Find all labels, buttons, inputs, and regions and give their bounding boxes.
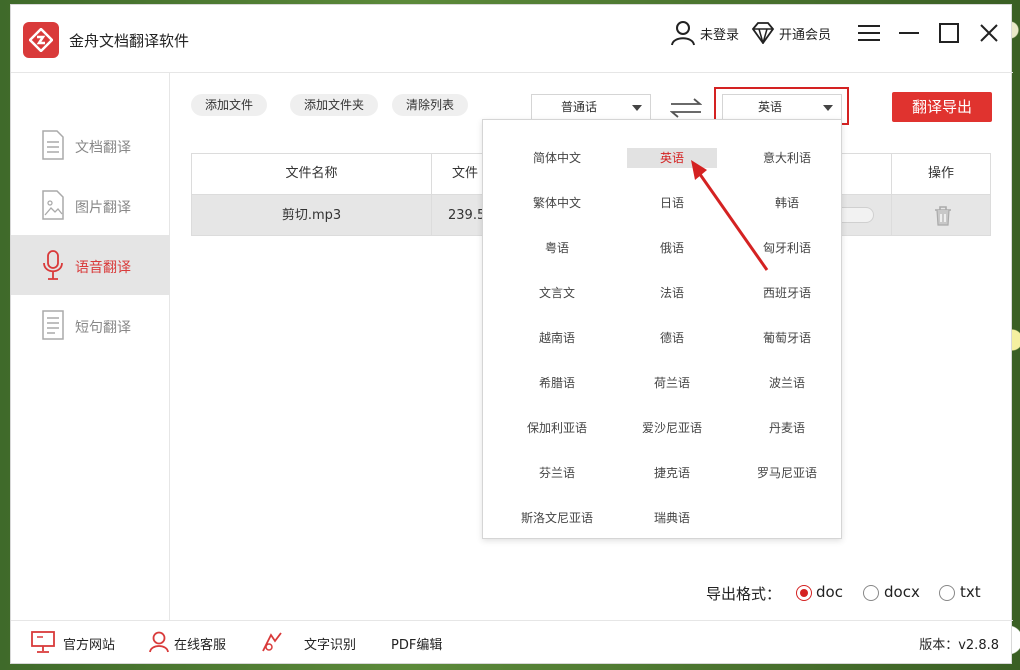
format-label-doc: doc: [816, 583, 843, 601]
hamburger-icon: [858, 25, 880, 41]
language-option[interactable]: 西班牙语: [742, 283, 832, 303]
title-bar: 金舟文档翻译软件 未登录 开通会员: [11, 5, 1013, 73]
language-option[interactable]: 粤语: [512, 238, 602, 258]
language-option[interactable]: 葡萄牙语: [742, 328, 832, 348]
language-option[interactable]: 捷克语: [627, 463, 717, 483]
language-option[interactable]: 罗马尼亚语: [742, 463, 832, 483]
login-button[interactable]: 未登录: [670, 20, 739, 46]
ocr-icon: [262, 632, 282, 652]
language-option[interactable]: 文言文: [512, 283, 602, 303]
vip-button[interactable]: 开通会员: [751, 22, 831, 44]
app-window: 金舟文档翻译软件 未登录 开通会员 文档翻译 图片翻译 语音翻译 短句翻译 添加…: [10, 4, 1013, 665]
format-radio-docx[interactable]: [863, 585, 879, 601]
export-format-label: 导出格式：: [706, 585, 782, 603]
maximize-button[interactable]: [929, 13, 969, 53]
source-language-value: 普通话: [560, 100, 597, 114]
app-title: 金舟文档翻译软件: [69, 32, 190, 50]
language-option[interactable]: 简体中文: [512, 148, 602, 168]
language-dropdown: 简体中文 英语 意大利语 繁体中文 日语 韩语 粤语 俄语 匈牙利语 文言文 法…: [482, 119, 842, 539]
trash-icon[interactable]: [934, 206, 952, 226]
language-option[interactable]: 爱沙尼亚语: [627, 418, 717, 438]
sidebar-item-sentence[interactable]: 短句翻译: [11, 295, 170, 355]
sidebar-item-label: 语音翻译: [75, 260, 131, 276]
version-label: 版本：v2.8.8: [919, 638, 999, 653]
sidebar-item-image[interactable]: 图片翻译: [11, 175, 170, 235]
source-language-select[interactable]: 普通话: [531, 94, 651, 120]
minimize-icon: [899, 32, 919, 34]
language-option[interactable]: 越南语: [512, 328, 602, 348]
sentence-icon: [42, 310, 64, 340]
language-option[interactable]: 荷兰语: [627, 373, 717, 393]
clear-list-button[interactable]: 清除列表: [392, 94, 469, 116]
diamond-icon: [751, 22, 775, 44]
sidebar-item-label: 短句翻译: [75, 320, 131, 336]
language-option[interactable]: 繁体中文: [512, 193, 602, 213]
sidebar-item-voice[interactable]: 语音翻译: [11, 235, 170, 295]
microphone-icon: [43, 250, 63, 280]
language-option[interactable]: 保加利亚语: [512, 418, 602, 438]
add-folder-button[interactable]: 添加文件夹: [290, 94, 379, 116]
format-label-docx: docx: [884, 583, 920, 601]
menu-button[interactable]: [849, 13, 889, 53]
sidebar-item-document[interactable]: 文档翻译: [11, 115, 170, 175]
format-radio-txt[interactable]: [939, 585, 955, 601]
minimize-button[interactable]: [889, 13, 929, 53]
close-button[interactable]: [969, 13, 1009, 53]
language-option[interactable]: 芬兰语: [512, 463, 602, 483]
chevron-down-icon: [632, 105, 642, 111]
annotation-arrow-icon: [691, 160, 769, 271]
add-file-button[interactable]: 添加文件: [191, 94, 268, 116]
monitor-icon: [31, 631, 55, 653]
sidebar-item-label: 文档翻译: [75, 140, 131, 156]
target-language-value: 英语: [757, 100, 782, 114]
login-label: 未登录: [699, 27, 739, 43]
image-icon: [42, 190, 64, 220]
document-icon: [42, 130, 64, 160]
footer-bar: 官方网站 在线客服 文字识别 PDF编辑 版本：v2.8.8: [11, 620, 1013, 665]
column-header-action: 操作: [891, 154, 990, 194]
language-option[interactable]: 斯洛文尼亚语: [512, 508, 602, 528]
user-icon: [670, 21, 695, 46]
online-service-link[interactable]: 在线客服: [174, 634, 226, 653]
app-logo: [23, 22, 59, 58]
ocr-link[interactable]: 文字识别: [304, 634, 356, 653]
format-label-txt: txt: [960, 583, 981, 601]
customer-service-icon: [149, 631, 169, 653]
sidebar-item-label: 图片翻译: [75, 200, 131, 216]
language-option[interactable]: 德语: [627, 328, 717, 348]
close-icon: [980, 24, 998, 42]
language-option[interactable]: 波兰语: [742, 373, 832, 393]
target-language-select[interactable]: 英语: [722, 94, 842, 120]
official-website-link[interactable]: 官方网站: [63, 634, 115, 653]
action-cell: [891, 195, 990, 236]
column-header-name: 文件名称: [192, 154, 432, 194]
maximize-icon: [939, 23, 959, 43]
file-name-cell: 剪切.mp3: [192, 195, 432, 236]
chevron-down-icon: [823, 105, 833, 111]
swap-icon[interactable]: [670, 98, 702, 118]
language-option[interactable]: 法语: [627, 283, 717, 303]
format-radio-doc[interactable]: [796, 585, 812, 601]
language-option[interactable]: 瑞典语: [627, 508, 717, 528]
language-option[interactable]: 希腊语: [512, 373, 602, 393]
vip-label: 开通会员: [778, 27, 831, 43]
language-option[interactable]: 丹麦语: [742, 418, 832, 438]
sidebar: 文档翻译 图片翻译 语音翻译 短句翻译: [11, 73, 170, 620]
pdf-edit-link[interactable]: PDF编辑: [391, 634, 442, 653]
translate-export-button[interactable]: 翻译导出: [892, 92, 992, 122]
